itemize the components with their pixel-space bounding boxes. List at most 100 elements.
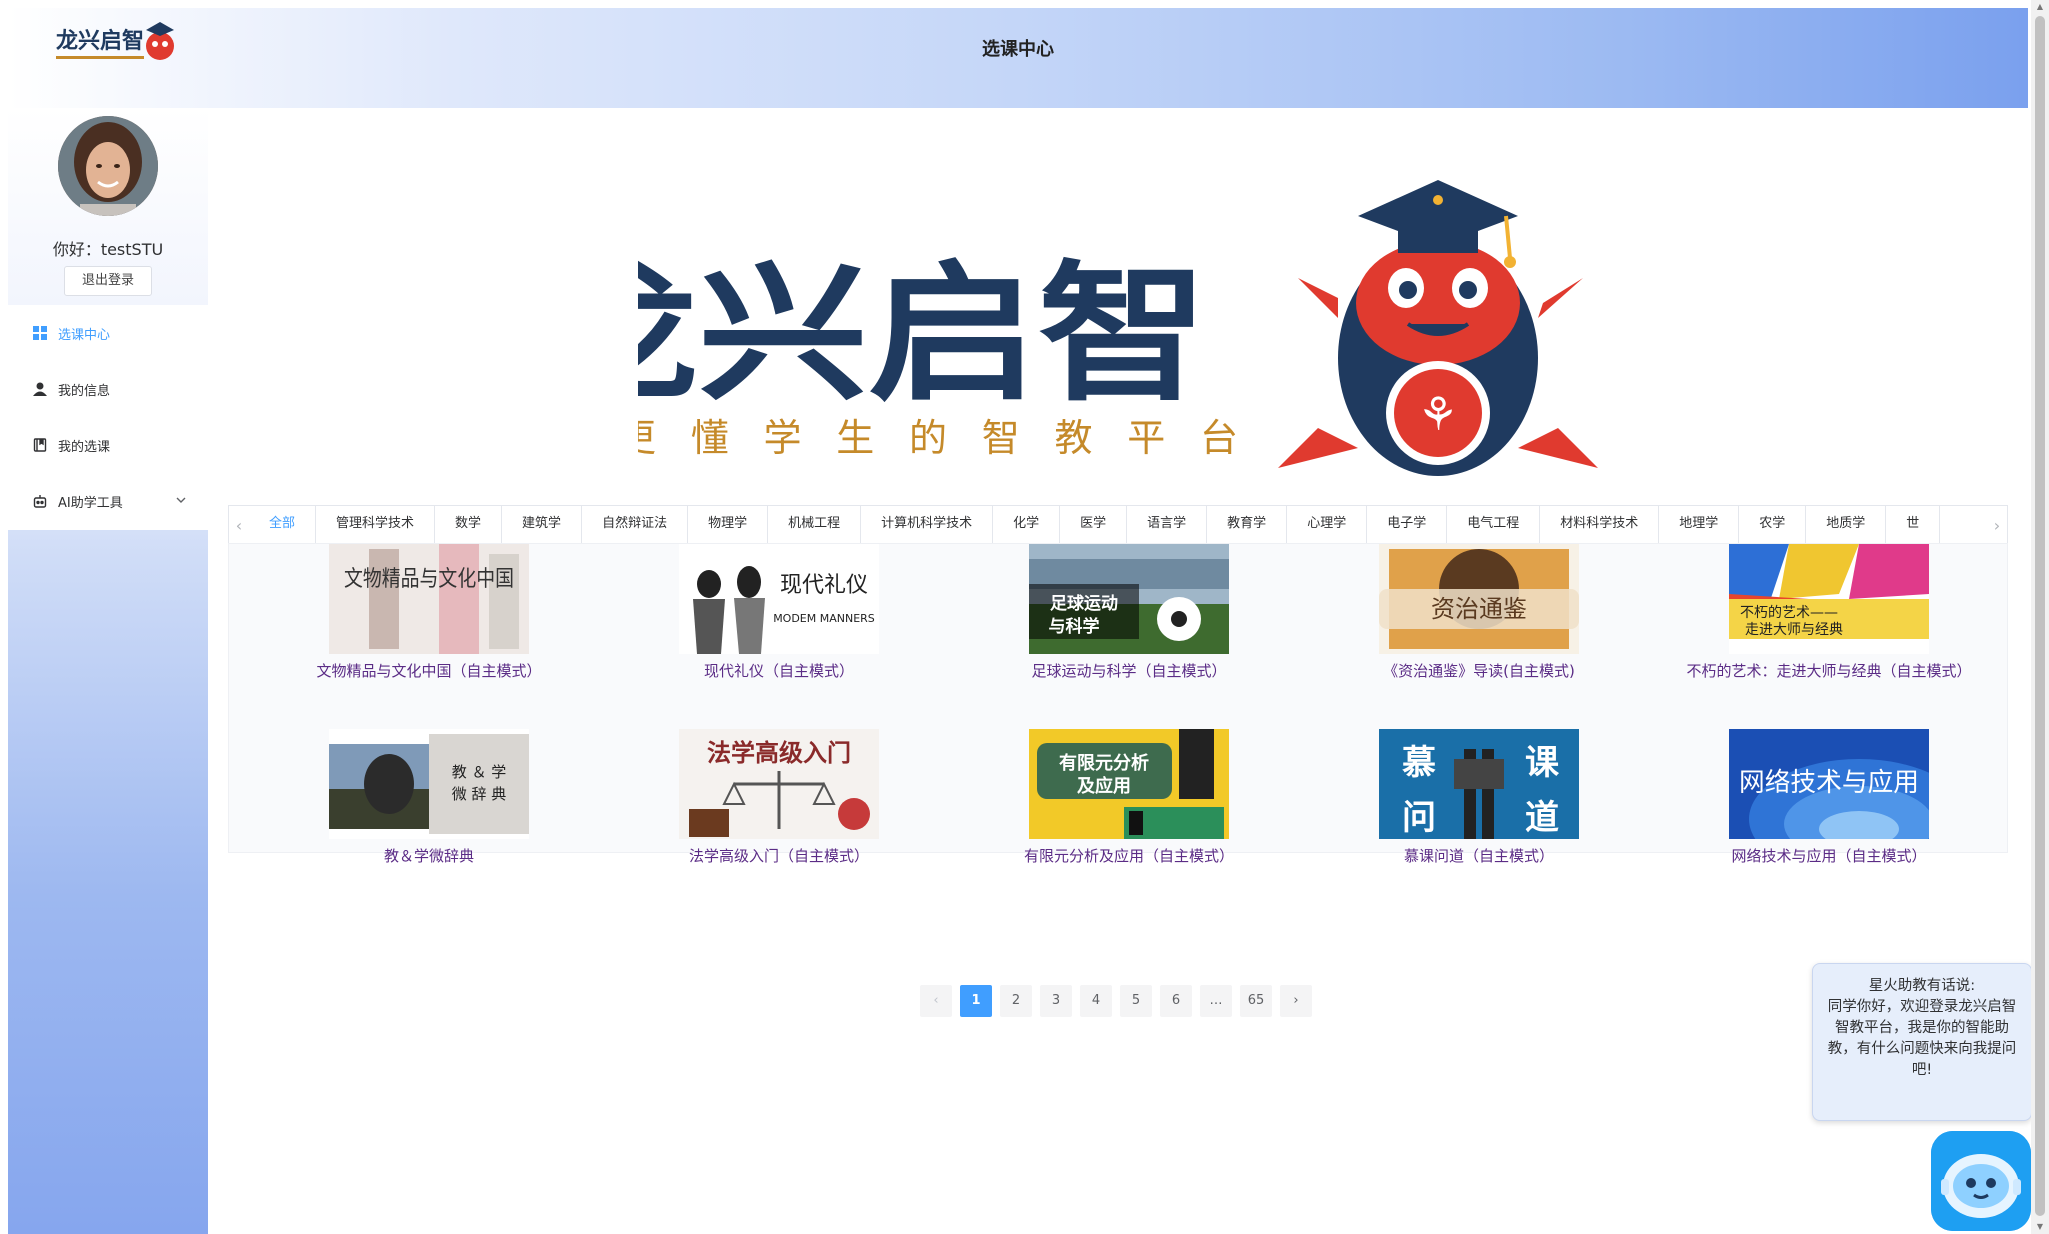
category-tab[interactable]: 计算机科学技术 <box>861 506 994 544</box>
course-card[interactable]: 慕 课 问 道 慕课问道（自主模式） <box>1304 729 1654 866</box>
sidebar-item-my-info[interactable]: 我的信息 <box>8 361 208 417</box>
course-thumbnail[interactable]: 教 ＆ 学 微 辞 典 <box>329 729 529 839</box>
sidebar-item-label: 我的信息 <box>58 383 111 399</box>
course-name[interactable]: 法学高级入门（自主模式） <box>604 845 954 866</box>
category-tab[interactable]: 物理学 <box>688 506 769 544</box>
assistant-message-body: 同学你好，欢迎登录龙兴启智智教平台，我是你的智能助教，有什么问题快来向我提问吧! <box>1827 999 2017 1078</box>
page-number-button[interactable]: 5 <box>1120 985 1152 1017</box>
scroll-up-icon[interactable]: ▲ <box>2035 2 2045 12</box>
course-name[interactable]: 网络技术与应用（自主模式） <box>1654 845 2004 866</box>
assistant-message-bubble: 星火助教有话说: 同学你好，欢迎登录龙兴启智智教平台，我是你的智能助教，有什么问… <box>1812 963 2032 1121</box>
category-tab[interactable]: 教育学 <box>1207 506 1288 544</box>
prev-page-button[interactable]: ‹ <box>920 985 952 1017</box>
course-card[interactable]: 不朽的艺术—— 走进大师与经典 不朽的艺术：走进大师与经典（自主模式） <box>1654 544 2004 681</box>
course-name[interactable]: 不朽的艺术：走进大师与经典（自主模式） <box>1654 660 2004 681</box>
course-name[interactable]: 《资治通鉴》导读(自主模式) <box>1304 660 1654 681</box>
course-thumbnail[interactable]: 文物精品与文化中国 <box>329 544 529 654</box>
course-name[interactable]: 慕课问道（自主模式） <box>1304 845 1654 866</box>
sidebar-item-course-center[interactable]: 选课中心 <box>8 305 208 361</box>
tabs-scroll-left-icon[interactable]: ‹ <box>229 506 249 544</box>
svg-text:道: 道 <box>1525 798 1559 838</box>
category-tab[interactable]: 全部 <box>249 506 317 544</box>
page-number-button[interactable]: 1 <box>960 985 992 1017</box>
svg-text:及应用: 及应用 <box>1077 775 1131 797</box>
category-tab[interactable]: 化学 <box>993 506 1061 544</box>
svg-text:⚘: ⚘ <box>1417 387 1458 441</box>
course-card[interactable]: 文物精品与文化中国 文物精品与文化中国（自主模式） <box>254 544 604 681</box>
pagination: ‹ 1 2 3 4 5 6… 65 › <box>920 985 1320 1017</box>
page-number-button[interactable]: 6 <box>1160 985 1192 1017</box>
category-tab[interactable]: 农学 <box>1739 506 1807 544</box>
page-number-button[interactable]: … <box>1200 985 1232 1017</box>
course-thumbnail[interactable]: 法学高级入门 <box>679 729 879 839</box>
course-thumbnail[interactable]: 有限元分析 及应用 <box>1029 729 1229 839</box>
course-thumbnail[interactable]: 现代礼仪 MODEM MANNERS <box>679 544 879 654</box>
tabs-scroll-right-icon[interactable]: › <box>1987 506 2007 544</box>
page-number-button[interactable]: 2 <box>1000 985 1032 1017</box>
robot-icon <box>1931 1131 2031 1231</box>
course-name[interactable]: 教＆学微辞典 <box>254 845 604 866</box>
page-scrollbar[interactable]: ▲ ▼ <box>2031 0 2049 1234</box>
category-tab[interactable]: 材料科学技术 <box>1540 506 1660 544</box>
sidebar-item-label: AI助学工具 <box>58 495 123 511</box>
category-tab[interactable]: 医学 <box>1060 506 1128 544</box>
profile-card: 你好：testSTU 退出登录 <box>8 108 208 305</box>
svg-text:现代礼仪: 现代礼仪 <box>780 573 868 598</box>
course-card[interactable]: 资治通鉴 《资治通鉴》导读(自主模式) <box>1304 544 1654 681</box>
category-tabs: ‹ 全部 管理科学技术 数学 建筑学 自然辩证法 物理学 机械工程 计算机科学技术 化学 医学 语言… <box>228 505 2008 544</box>
course-thumbnail[interactable]: 网络技术与应用 <box>1729 729 1929 839</box>
main-content: 龙兴启智 更 懂 学 生 的 智 教 平 台 ⚘ <box>208 108 2028 1234</box>
category-tab[interactable]: 数学 <box>435 506 503 544</box>
category-tab[interactable]: 建筑学 <box>502 506 583 544</box>
scroll-down-icon[interactable]: ▼ <box>2035 1222 2045 1232</box>
page-number-button[interactable]: 4 <box>1080 985 1112 1017</box>
assistant-bot-button[interactable] <box>1931 1131 2031 1231</box>
app-page: 龙兴启智 选课中心 你好：testSTU 退出登录 选课中心 我的信息 我的选课… <box>8 8 2032 1234</box>
course-card[interactable]: 有限元分析 及应用 有限元分析及应用（自主模式） <box>954 729 1304 866</box>
category-tab[interactable]: 电子学 <box>1367 506 1448 544</box>
svg-text:网络技术与应用: 网络技术与应用 <box>1739 768 1919 798</box>
avatar[interactable] <box>58 116 158 216</box>
svg-text:足球运动: 足球运动 <box>1050 594 1118 614</box>
course-thumbnail[interactable]: 足球运动 与科学 <box>1029 544 1229 654</box>
svg-text:教 ＆ 学: 教 ＆ 学 <box>452 763 507 781</box>
course-card[interactable]: 教 ＆ 学 微 辞 典 教＆学微辞典 <box>254 729 604 866</box>
user-icon <box>32 381 48 397</box>
sidebar-item-label: 我的选课 <box>58 439 111 455</box>
course-name[interactable]: 有限元分析及应用（自主模式） <box>954 845 1304 866</box>
category-tab[interactable]: 语言学 <box>1127 506 1208 544</box>
category-tab[interactable]: 心理学 <box>1287 506 1368 544</box>
course-thumbnail[interactable]: 资治通鉴 <box>1379 544 1579 654</box>
assistant-message-title: 星火助教有话说: <box>1868 978 1976 994</box>
category-tab[interactable]: 电气工程 <box>1447 506 1541 544</box>
category-tab[interactable]: 管理科学技术 <box>316 506 436 544</box>
logout-button[interactable]: 退出登录 <box>64 266 152 296</box>
course-card[interactable]: 网络技术与应用 网络技术与应用（自主模式） <box>1654 729 2004 866</box>
svg-text:课: 课 <box>1525 743 1560 783</box>
category-tab[interactable]: 机械工程 <box>768 506 862 544</box>
sidebar-item-ai-tools[interactable]: AI助学工具 <box>8 473 208 529</box>
course-thumbnail[interactable]: 慕 课 问 道 <box>1379 729 1579 839</box>
robot-icon <box>32 493 48 509</box>
category-tab[interactable]: 自然辩证法 <box>582 506 689 544</box>
page-number-button[interactable]: 65 <box>1240 985 1272 1017</box>
chevron-down-icon[interactable] <box>174 493 188 507</box>
category-tab[interactable]: 世 <box>1886 506 1941 544</box>
course-name[interactable]: 文物精品与文化中国（自主模式） <box>254 660 604 681</box>
next-page-button[interactable]: › <box>1280 985 1312 1017</box>
sidebar-item-my-courses[interactable]: 我的选课 <box>8 417 208 473</box>
course-name[interactable]: 现代礼仪（自主模式） <box>604 660 954 681</box>
banner-slogan: 更 懂 学 生 的 智 教 平 台 <box>638 416 1238 460</box>
course-thumbnail[interactable]: 不朽的艺术—— 走进大师与经典 <box>1729 544 1929 654</box>
sidebar-item-label: 选课中心 <box>58 327 111 343</box>
page-number-button[interactable]: 3 <box>1040 985 1072 1017</box>
scrollbar-thumb[interactable] <box>2035 16 2045 1216</box>
course-card[interactable]: 法学高级入门 法学高级入门（自主模式） <box>604 729 954 866</box>
course-card[interactable]: 足球运动 与科学 足球运动与科学（自主模式） <box>954 544 1304 681</box>
greeting-text: 你好：testSTU <box>52 240 164 259</box>
course-name[interactable]: 足球运动与科学（自主模式） <box>954 660 1304 681</box>
category-tab[interactable]: 地理学 <box>1659 506 1740 544</box>
category-tab[interactable]: 地质学 <box>1806 506 1887 544</box>
course-card[interactable]: 现代礼仪 MODEM MANNERS 现代礼仪（自主模式） <box>604 544 954 681</box>
sidebar: 你好：testSTU 退出登录 选课中心 我的信息 我的选课 AI助学工具 <box>8 108 208 1234</box>
